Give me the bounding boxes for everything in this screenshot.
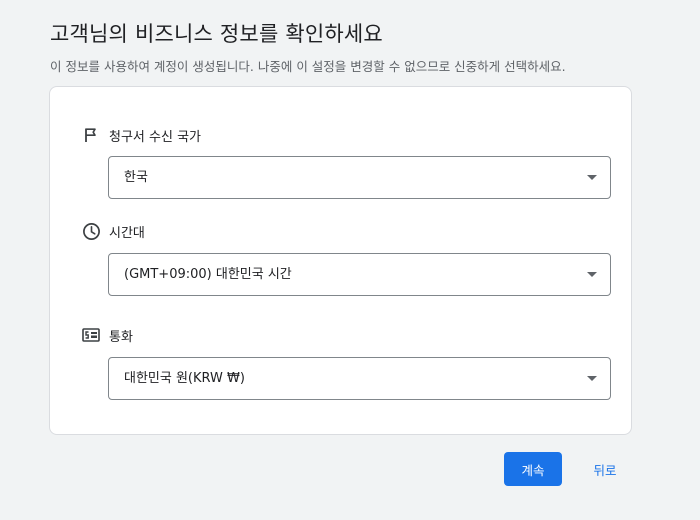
time-zone-label-row: 시간대 bbox=[81, 221, 145, 241]
currency-label: 통화 bbox=[109, 329, 133, 345]
continue-button[interactable]: 계속 bbox=[504, 452, 562, 486]
page-title: 고객님의 비즈니스 정보를 확인하세요 bbox=[50, 22, 383, 46]
currency-select[interactable]: 대한민국 원(KRW ₩) bbox=[108, 357, 611, 400]
currency-label-row: 통화 bbox=[81, 325, 133, 345]
currency-icon bbox=[81, 325, 101, 345]
billing-country-value: 한국 bbox=[124, 170, 148, 185]
currency-value: 대한민국 원(KRW ₩) bbox=[124, 371, 245, 386]
flag-icon bbox=[81, 125, 101, 145]
chevron-down-icon bbox=[587, 175, 597, 180]
billing-country-label-row: 청구서 수신 국가 bbox=[81, 125, 201, 145]
page-subtitle: 이 정보를 사용하여 계정이 생성됩니다. 나중에 이 설정을 변경할 수 없으… bbox=[50, 59, 566, 74]
time-zone-value: (GMT+09:00) 대한민국 시간 bbox=[124, 267, 292, 282]
time-zone-select[interactable]: (GMT+09:00) 대한민국 시간 bbox=[108, 253, 611, 296]
chevron-down-icon bbox=[587, 272, 597, 277]
back-button[interactable]: 뒤로 bbox=[580, 452, 630, 486]
business-info-card: 청구서 수신 국가 한국 시간대 (GMT+09:00) 대한민국 시간 통화 bbox=[49, 86, 632, 435]
billing-country-select[interactable]: 한국 bbox=[108, 156, 611, 199]
billing-country-label: 청구서 수신 국가 bbox=[109, 129, 201, 145]
clock-icon bbox=[81, 221, 101, 241]
time-zone-label: 시간대 bbox=[109, 225, 145, 241]
page-header: 고객님의 비즈니스 정보를 확인하세요 이 정보를 사용하여 계정이 생성됩니다… bbox=[50, 18, 566, 75]
chevron-down-icon bbox=[587, 376, 597, 381]
